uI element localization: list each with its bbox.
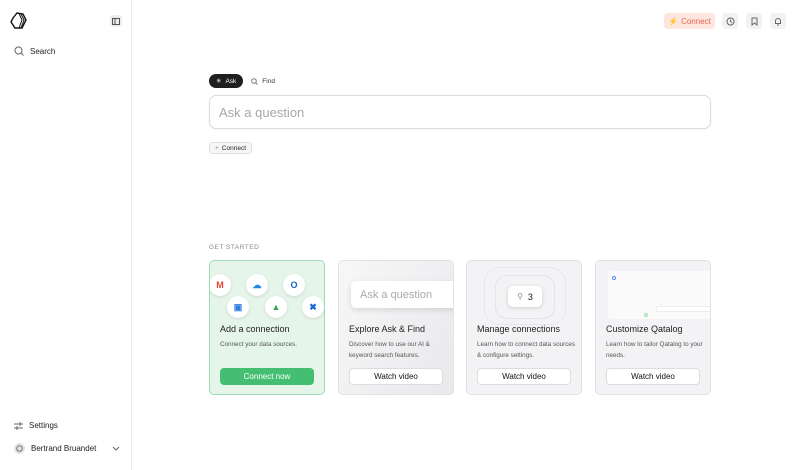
onedrive-icon: ☁ (246, 274, 268, 296)
add-connection-label: Connect (221, 144, 247, 152)
history-icon (726, 17, 734, 25)
card-customize-qatalog: Customize Qatalog Learn how to tailor Qa… (595, 260, 711, 395)
chevron-down-icon (112, 446, 120, 451)
plus-icon: + (215, 144, 219, 152)
connections-count-badge: ⚲ 3 (508, 286, 542, 307)
watch-video-button[interactable]: Watch video (477, 368, 571, 385)
connect-now-button[interactable]: Connect now (220, 368, 314, 385)
connections-count: 3 (527, 291, 533, 302)
tab-ask-label: Ask (225, 77, 237, 85)
bookmark-button[interactable] (746, 13, 762, 29)
bell-icon (775, 17, 781, 25)
card-description: Connect your data sources. (220, 341, 298, 348)
user-menu[interactable]: Bertrand Bruandet (14, 443, 120, 454)
search-icon (251, 77, 259, 85)
sidebar-item-label: Settings (29, 421, 58, 430)
watch-video-button[interactable]: Watch video (606, 368, 700, 385)
tab-find[interactable]: Find (251, 78, 275, 85)
sidebar-item-search[interactable]: Search (14, 46, 55, 56)
card-title: Add a connection (220, 324, 290, 334)
google-calendar-icon: ▣ (227, 296, 249, 318)
card-title: Customize Qatalog (606, 324, 683, 334)
search-icon (14, 46, 24, 56)
connect-label: Connect (681, 16, 711, 26)
get-started-heading: GET STARTED (209, 244, 260, 251)
sidebar: Search Settings Bertrand Bruandet (0, 0, 132, 470)
settings-sliders-icon (14, 421, 23, 430)
card-description: Learn how to connect data sources & conf… (477, 341, 576, 359)
ask-input[interactable]: Ask a question (209, 95, 711, 129)
card-description: Learn how to tailor Qatalog to your need… (606, 341, 703, 359)
outlook-icon: O (283, 274, 305, 296)
sidebar-toggle-button[interactable] (110, 15, 122, 27)
ask-placeholder: Ask a question (219, 104, 305, 120)
tab-ask[interactable]: ✳ Ask (209, 74, 244, 88)
avatar (14, 443, 25, 454)
bookmark-icon (751, 17, 757, 26)
plug-icon: ⚲ (517, 292, 523, 301)
card-explore-ask-find: Ask a question Explore Ask & Find Discov… (338, 260, 454, 395)
google-drive-icon: ▲ (265, 296, 287, 318)
watch-video-button[interactable]: Watch video (349, 368, 443, 385)
notifications-button[interactable] (770, 13, 786, 29)
card-title: Explore Ask & Find (349, 324, 426, 334)
card-title: Manage connections (477, 324, 561, 334)
card-manage-connections: ⚲ 3 Manage connections Learn how to conne… (466, 260, 582, 395)
sidebar-item-label: Search (30, 46, 56, 56)
connect-button[interactable]: ⚡ Connect (664, 13, 715, 29)
plug-icon: ⚡ (668, 16, 679, 26)
sparkle-icon: ✳ (216, 78, 222, 85)
card-add-connection: M ☁ O ▣ ▲ ✖ Add a connection Connect you… (209, 260, 325, 395)
app-preview-image (608, 271, 710, 319)
card-description: Discover how to use our AI & keyword sea… (349, 341, 430, 359)
logo-icon[interactable] (9, 11, 29, 36)
preview-ask-input: Ask a question (351, 281, 453, 308)
confluence-icon: ✖ (302, 296, 324, 318)
user-name: Bertrand Bruandet (31, 444, 97, 453)
tab-find-label: Find (262, 77, 275, 85)
add-connection-button[interactable]: + Connect (209, 142, 253, 154)
sidebar-item-settings[interactable]: Settings (14, 421, 58, 430)
history-button[interactable] (722, 13, 738, 29)
gmail-icon: M (210, 274, 231, 296)
